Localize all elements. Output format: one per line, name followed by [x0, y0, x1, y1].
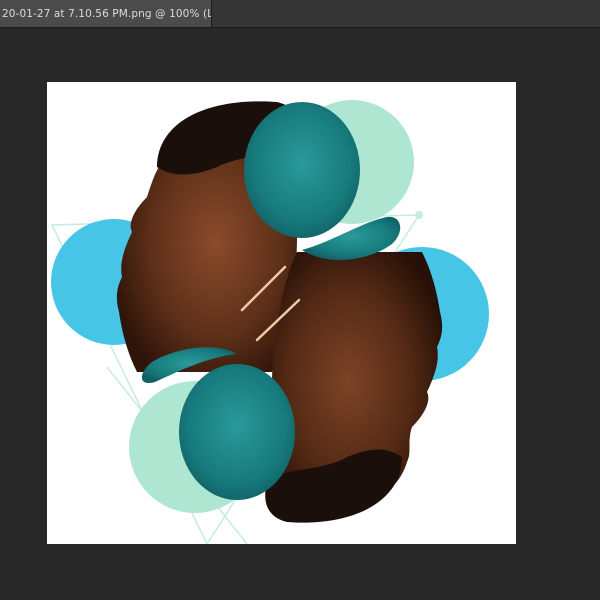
document-tab[interactable]: 20-01-27 at 7.10.56 PM.png @ 100% (Layer…	[0, 0, 212, 27]
teal-hair-top	[244, 102, 360, 238]
document-tab-bar: 20-01-27 at 7.10.56 PM.png @ 100% (Layer…	[0, 0, 600, 28]
document-tab-title: 20-01-27 at 7.10.56 PM.png @ 100% (Layer…	[2, 7, 211, 20]
triangle-node	[415, 211, 423, 219]
artwork-canvas	[50, 100, 489, 544]
teal-hair-bottom	[179, 364, 295, 500]
artboard[interactable]	[47, 82, 516, 544]
